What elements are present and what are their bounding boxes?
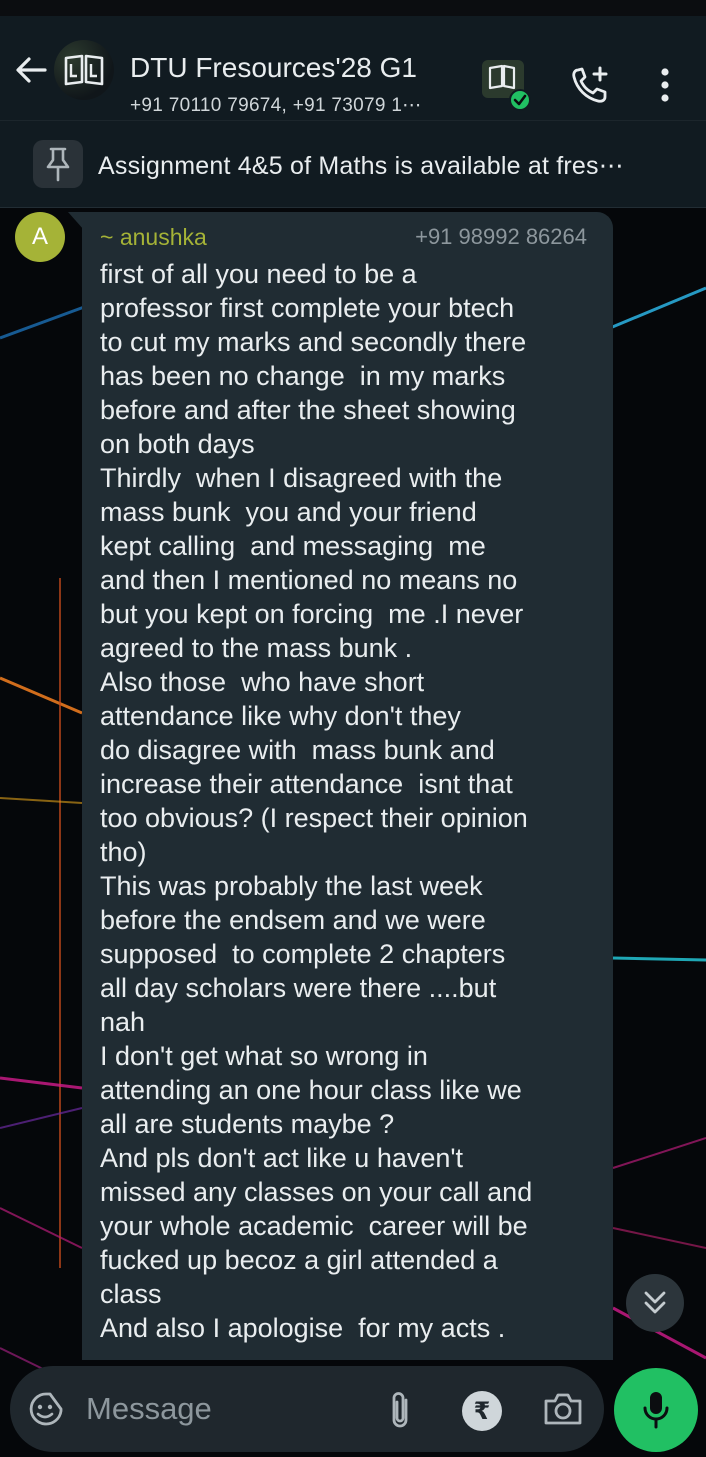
- message-text-line: attending an one hour class like we: [100, 1075, 522, 1105]
- pinned-message-bar[interactable]: Assignment 4&5 of Maths is available at …: [0, 120, 706, 208]
- double-chevron-down-icon: [644, 1291, 666, 1314]
- attach-icon: [392, 1392, 408, 1428]
- attach-button[interactable]: [382, 1388, 418, 1430]
- message-text-line: attendance like why don't they: [100, 701, 461, 731]
- group-title[interactable]: DTU Fresources'28 G1: [130, 52, 417, 84]
- more-options-button[interactable]: [645, 60, 685, 110]
- message-bubble[interactable]: ~ anushka +91 98992 86264 first of all y…: [82, 212, 613, 1360]
- scroll-to-bottom-button[interactable]: [626, 1274, 684, 1332]
- camera-button[interactable]: [542, 1390, 584, 1428]
- message-text-line: your whole academic career will be: [100, 1211, 528, 1241]
- camera-icon: [544, 1393, 582, 1425]
- mic-icon: [643, 1392, 669, 1429]
- message-text-line: do disagree with mass bunk and: [100, 735, 495, 765]
- message-text-line: I don't get what so wrong in: [100, 1041, 428, 1071]
- pinned-message-text: Assignment 4&5 of Maths is available at …: [98, 152, 624, 180]
- message-text-line: class: [100, 1279, 162, 1309]
- sender-avatar[interactable]: A: [15, 212, 65, 262]
- group-avatar[interactable]: [54, 40, 114, 100]
- add-call-button[interactable]: [565, 60, 615, 110]
- message-text-line: Thirdly when I disagreed with the: [100, 463, 503, 493]
- message-text-line: mass bunk you and your friend: [100, 497, 477, 527]
- status-bar: [0, 0, 706, 16]
- message-text-line: tho): [100, 837, 147, 867]
- message-text-line: And pls don't act like u haven't: [100, 1143, 464, 1173]
- message-text-line: first of all you need to be a: [100, 259, 417, 289]
- emoji-sticker-icon: [29, 1392, 63, 1426]
- message-text-line: And also I apologise for my acts .: [100, 1313, 506, 1343]
- message-composer: ₹: [10, 1366, 604, 1452]
- message-text-line: Also those who have short: [100, 667, 425, 697]
- message-text-line: This was probably the last week: [100, 871, 483, 901]
- message-text-line: before and after the sheet showing: [100, 395, 516, 425]
- message-text-line: has been no change in my marks: [100, 361, 506, 391]
- payment-button[interactable]: ₹: [462, 1391, 502, 1431]
- voice-message-button[interactable]: [614, 1368, 698, 1452]
- rupee-icon: ₹: [473, 1397, 491, 1425]
- message-text-line: fucked up becoz a girl attended a: [100, 1245, 498, 1275]
- more-vert-icon: [661, 68, 669, 102]
- community-button[interactable]: [478, 56, 534, 112]
- message-text-line: to cut my marks and secondly there: [100, 327, 527, 357]
- pin-button[interactable]: [33, 140, 83, 188]
- message-text-line: all are students maybe ?: [100, 1109, 395, 1139]
- community-icon: [482, 60, 531, 111]
- message-text-line: missed any classes on your call and: [100, 1177, 533, 1207]
- message-text-line: professor first complete your btech: [100, 293, 515, 323]
- emoji-button[interactable]: [28, 1391, 64, 1427]
- message-text-line: nah: [100, 1007, 146, 1037]
- message-input[interactable]: [86, 1388, 366, 1430]
- group-avatar-icon: [64, 54, 104, 86]
- pin-icon: [46, 147, 70, 182]
- message-text-line: agreed to the mass bunk .: [100, 633, 413, 663]
- message-text-line: supposed to complete 2 chapters: [100, 939, 506, 969]
- message-text-line: kept calling and messaging me: [100, 531, 486, 561]
- chat-header: DTU Fresources'28 G1 +91 70110 79674, +9…: [0, 16, 706, 120]
- sender-phone[interactable]: +91 98992 86264: [415, 224, 587, 250]
- message-text-line: increase their attendance isnt that: [100, 769, 513, 799]
- add-call-icon: [572, 66, 608, 103]
- message-text-line: before the endsem and we were: [100, 905, 486, 935]
- message-text-line: all day scholars were there ....but: [100, 973, 497, 1003]
- message-text-line: too obvious? (I respect their opinion: [100, 803, 528, 833]
- sender-name[interactable]: ~ anushka: [100, 224, 207, 251]
- back-arrow-icon: [16, 57, 47, 83]
- message-text-line: but you kept on forcing me .I never: [100, 599, 524, 629]
- message-text-line: on both days: [100, 429, 255, 459]
- back-button[interactable]: [10, 50, 50, 90]
- message-text-line: and then I mentioned no means no: [100, 565, 518, 595]
- group-members[interactable]: +91 70110 79674, +91 73079 1⋯: [130, 94, 422, 117]
